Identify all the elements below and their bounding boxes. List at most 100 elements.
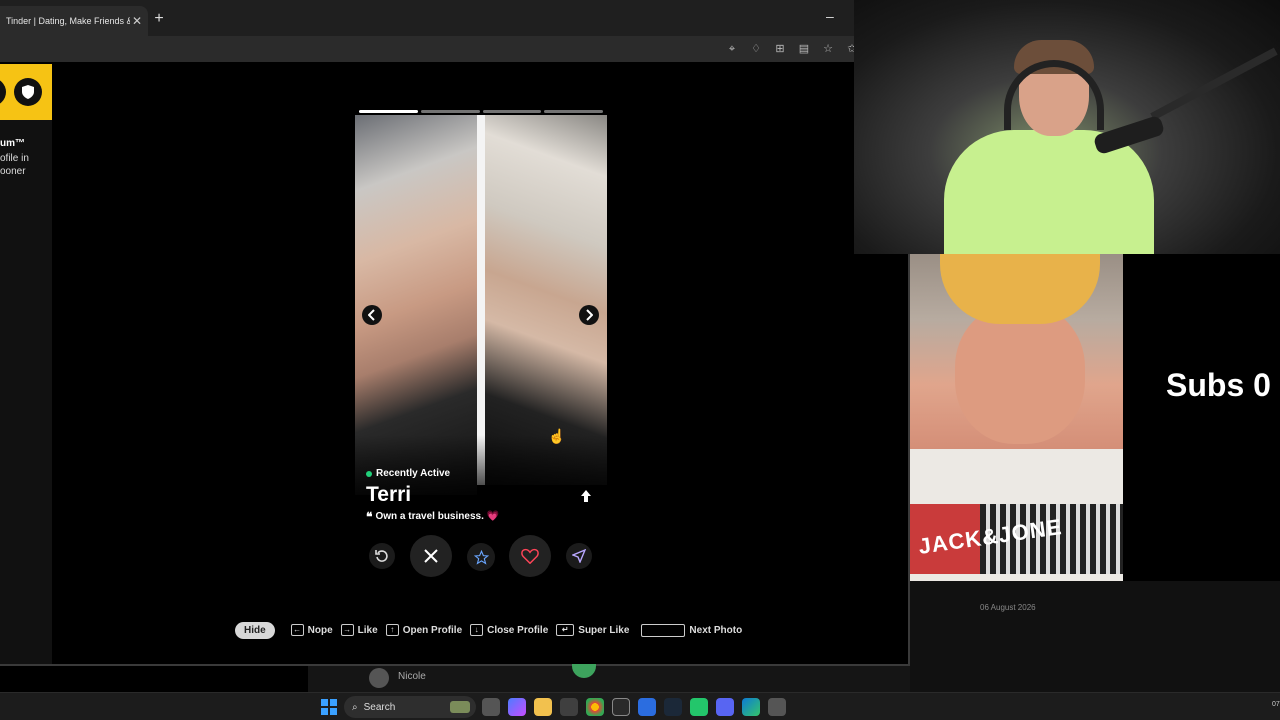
promo-text-line: ofile in: [0, 153, 29, 164]
tab-title: Tinder | Dating, Make Friends & M: [6, 16, 130, 26]
discord-icon[interactable]: [716, 698, 734, 716]
taskbar-search[interactable]: ⌕ Search: [344, 696, 476, 718]
chat-contact-name[interactable]: Nicole: [398, 671, 426, 682]
reading-list-icon[interactable]: ▤: [796, 41, 812, 57]
heart-emoji: 💗: [486, 511, 500, 522]
prev-photo-button[interactable]: [362, 305, 382, 325]
app-icon[interactable]: [690, 698, 708, 716]
profile-card[interactable]: Recently Active Terri ❝ Own a travel bus…: [355, 105, 607, 575]
active-dot-icon: [366, 470, 372, 477]
photo-divider: [477, 115, 485, 485]
search-icon: ⌕: [352, 701, 358, 713]
send-icon: [572, 549, 586, 563]
activity-status: Recently Active: [366, 468, 450, 479]
chevron-left-icon: [368, 309, 375, 321]
copilot-icon[interactable]: [508, 698, 526, 716]
star-icon: [473, 549, 489, 565]
bio: ❝ Own a travel business. 💗: [366, 509, 500, 524]
app-icon[interactable]: [638, 698, 656, 716]
date-strip: 06 August 2026: [910, 581, 1280, 693]
rewind-button[interactable]: [369, 543, 395, 569]
settings-icon[interactable]: [768, 698, 786, 716]
location-icon[interactable]: ⌖: [724, 41, 740, 57]
mic-arm: [1150, 47, 1278, 121]
shortcut-item: ↓ Close Profile: [470, 624, 548, 636]
extensions-icon[interactable]: ⊞: [772, 41, 788, 57]
avatar: [572, 664, 596, 678]
date-label: 06 August 2026: [980, 603, 1036, 612]
streamer-shirt: [944, 130, 1154, 254]
key-icon: ↵: [556, 624, 575, 636]
next-photo-button[interactable]: [579, 305, 599, 325]
like-button[interactable]: [509, 535, 551, 577]
arrow-up-icon: [581, 490, 591, 502]
file-explorer-icon[interactable]: [534, 698, 552, 716]
profile-photo: [485, 115, 607, 485]
streamer-webcam: [854, 0, 1280, 254]
browser-window: Tinder | Dating, Make Friends & M ✕ + – …: [0, 0, 910, 666]
windows-start-icon[interactable]: [321, 699, 337, 715]
shortcut-label: Super Like: [578, 624, 630, 636]
browser-tab[interactable]: Tinder | Dating, Make Friends & M ✕: [0, 6, 148, 36]
sidebar-panel: um™ ofile in ooner: [0, 64, 52, 664]
activity-label: Recently Active: [376, 468, 451, 479]
heart-icon: [521, 548, 539, 564]
subs-overlay: Subs 0: [1123, 254, 1280, 581]
photo-indicator[interactable]: [482, 110, 542, 113]
promo-text-line: ooner: [0, 166, 26, 177]
tab-close-icon[interactable]: ✕: [130, 14, 144, 28]
guest-hair: [940, 254, 1100, 324]
banner-edge: [0, 78, 6, 106]
steam-icon[interactable]: [664, 698, 682, 716]
taskbar: ⌕ Search 07: [0, 692, 1280, 720]
open-profile-button[interactable]: [580, 489, 592, 503]
task-view-icon[interactable]: [482, 698, 500, 716]
close-icon: [424, 549, 438, 563]
photo-progress: [359, 110, 603, 114]
shortcut-label: Like: [357, 624, 378, 636]
key-icon: [641, 623, 686, 637]
hand-cursor-icon: ☝: [548, 428, 566, 444]
photo-indicator[interactable]: [420, 110, 480, 113]
photo-indicator[interactable]: [359, 110, 418, 113]
shortcut-label: Close Profile: [487, 624, 549, 636]
shield-icon: [14, 78, 42, 106]
premium-banner[interactable]: [0, 64, 52, 120]
app-icon[interactable]: [612, 698, 630, 716]
shortcut-item: → Like: [340, 624, 378, 636]
promo-title: um™: [0, 138, 25, 149]
edge-icon[interactable]: [742, 698, 760, 716]
key-icon: ↓: [470, 624, 484, 636]
super-like-button[interactable]: [467, 543, 495, 571]
taskbar-apps: [482, 698, 786, 716]
search-highlight-image: [450, 701, 470, 713]
shortcut-label: Open Profile: [402, 624, 463, 636]
favorite-star-icon[interactable]: ☆: [820, 41, 836, 57]
send-button[interactable]: [566, 543, 592, 569]
guest-webcam: JACK&JONE: [910, 254, 1123, 581]
keyboard-shortcuts: Hide ← Nope → Like ↑ Open Profile ↓ Close Profi…: [235, 621, 742, 639]
search-label: Search: [363, 701, 396, 713]
shortcut-item: ↑ Open Profile: [385, 624, 463, 636]
shortcut-item: ↵ Super Like: [556, 624, 629, 636]
shortcut-item: ← Nope: [290, 624, 333, 636]
rewind-icon: [375, 550, 388, 562]
bio-text: Own a travel business.: [375, 511, 484, 522]
key-icon: →: [340, 624, 354, 636]
subs-counter: Subs 0: [1166, 367, 1271, 403]
shortcut-item: Next Photo: [637, 623, 742, 637]
new-tab-button[interactable]: +: [150, 10, 168, 28]
store-icon[interactable]: [560, 698, 578, 716]
shortcut-label: Nope: [307, 624, 333, 636]
bell-icon[interactable]: ♢: [748, 41, 764, 57]
avatar[interactable]: [369, 668, 389, 688]
taskbar-clock: 07: [1272, 701, 1280, 708]
minimize-button[interactable]: –: [826, 8, 834, 24]
chrome-icon[interactable]: [586, 698, 604, 716]
tab-bar: Tinder | Dating, Make Friends & M ✕ + –: [0, 0, 908, 36]
nope-button[interactable]: [410, 535, 452, 577]
key-icon: ↑: [385, 624, 399, 636]
quote-icon: ❝: [366, 509, 373, 524]
hide-shortcuts-button[interactable]: Hide: [235, 621, 275, 639]
photo-indicator[interactable]: [544, 110, 603, 113]
